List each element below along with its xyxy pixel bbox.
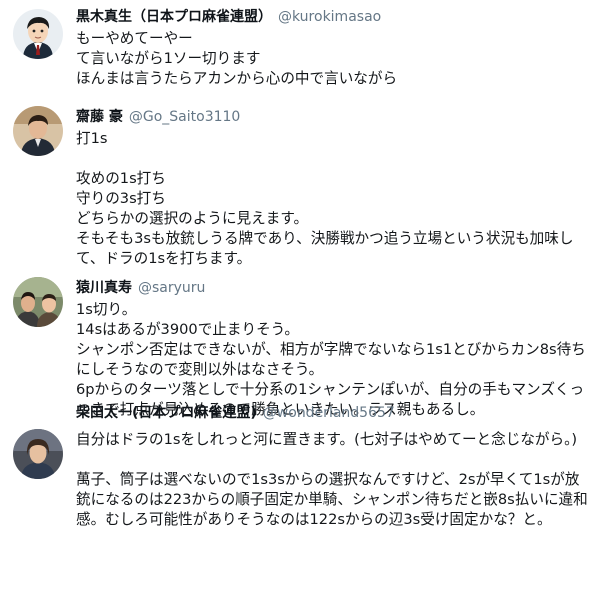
user-handle[interactable]: @kurokimasao — [278, 9, 381, 25]
display-name[interactable]: 齋藤 豪 — [76, 109, 123, 125]
tweet-kurokimasao: 黒木真生（日本プロ麻雀連盟） @kurokimasao もーやめてーやー て言いな… — [0, 0, 600, 100]
tweet-text: 自分はドラの1sをしれっと河に置きます。(七対子はやめてーと念じながら。) 萬子… — [76, 431, 588, 528]
tweet-text: 打1s 攻めの1s打ち 守りの3s打ち どちらかの選択のように見えます。 そもそ… — [76, 130, 574, 267]
avatar-photo-woman-icon[interactable] — [13, 429, 63, 479]
tweet-go-saito: 齋藤 豪 @Go_Saito3110 打1s 攻めの1s打ち 守りの3s打ち どち… — [0, 100, 600, 272]
display-name[interactable]: 黒木真生（日本プロ麻雀連盟） — [76, 9, 272, 25]
tweet-text: もーやめてーやー て言いながら1ソー切ります ほんまは言うたらアカンから心の中で… — [76, 30, 398, 87]
tweet-wonderland: 柴田太一(日本プロ麻雀連盟) @wonderland5657 自分はドラの1sをし… — [0, 397, 600, 597]
avatar-photo-group-icon[interactable] — [13, 277, 63, 327]
tweet-header: 齋藤 豪 @Go_Saito3110 — [76, 107, 240, 127]
user-handle[interactable]: @wonderland5657 — [263, 405, 395, 421]
display-name[interactable]: 猿川真寿 — [76, 280, 132, 296]
tweet-saryuru: 猿川真寿 @saryuru 1s切り。 14sはあるが3900で止まりそう。 シャ… — [0, 272, 600, 418]
avatar-cartoon-man-icon[interactable] — [13, 9, 63, 59]
display-name[interactable]: 柴田太一(日本プロ麻雀連盟) — [76, 405, 257, 421]
tweet-header: 猿川真寿 @saryuru — [76, 278, 205, 298]
avatar-photo-man-icon[interactable] — [13, 106, 63, 156]
tweet-header: 黒木真生（日本プロ麻雀連盟） @kurokimasao — [76, 7, 381, 27]
tweet-header: 柴田太一(日本プロ麻雀連盟) @wonderland5657 — [76, 403, 395, 423]
user-handle[interactable]: @saryuru — [138, 280, 205, 296]
user-handle[interactable]: @Go_Saito3110 — [129, 109, 240, 125]
